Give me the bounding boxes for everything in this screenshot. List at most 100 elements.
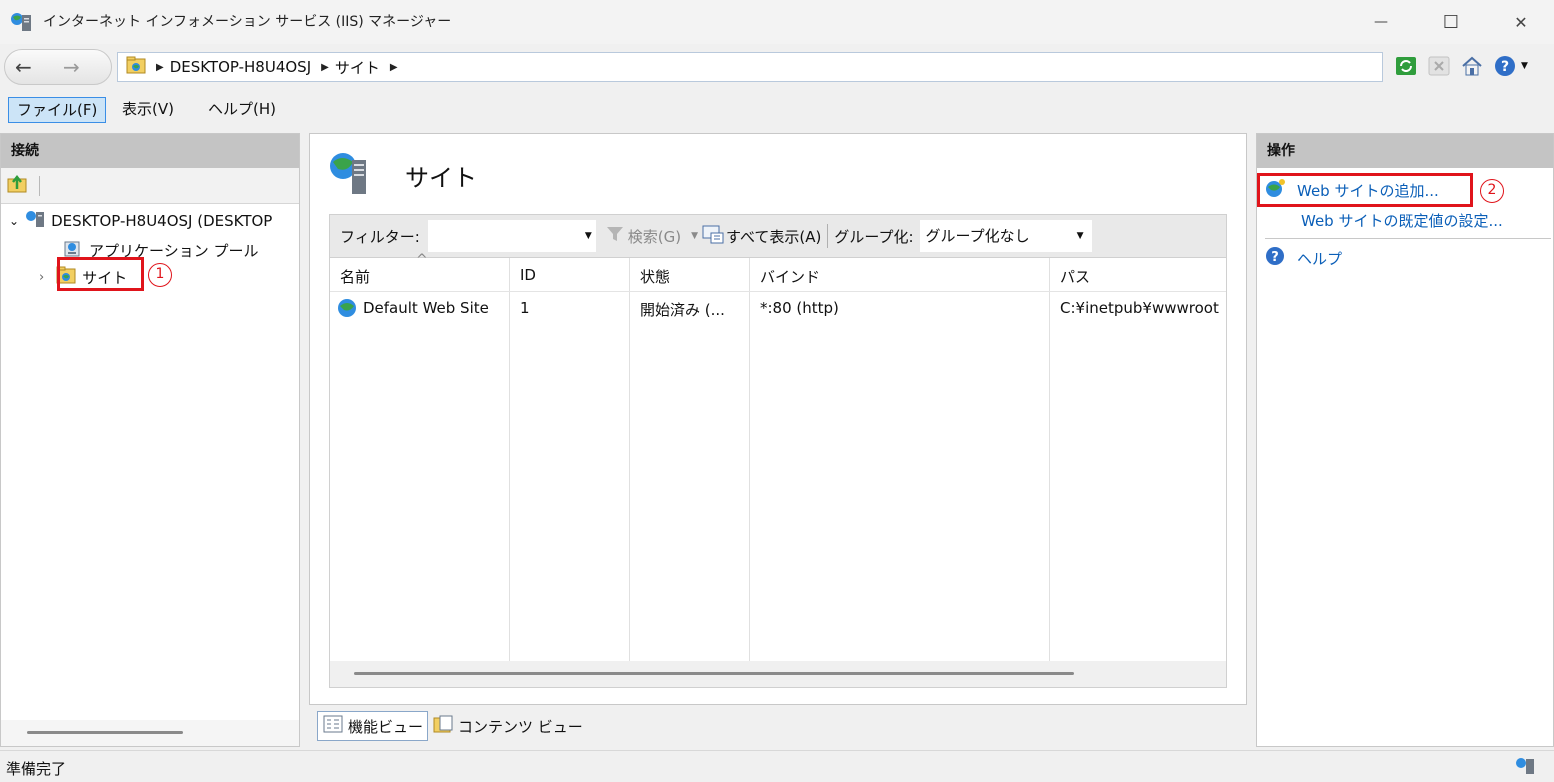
breadcrumb-server[interactable]: DESKTOP-H8U4OSJ <box>170 58 311 76</box>
server-status-icon <box>1515 757 1537 779</box>
breadcrumb-sites[interactable]: サイト <box>335 57 380 78</box>
close-icon: ✕ <box>1514 12 1528 32</box>
title-bar: インターネット インフォメーション サービス (IIS) マネージャー — ☐ … <box>0 0 1554 44</box>
help-action[interactable]: ? ヘルプ <box>1265 246 1342 270</box>
funnel-icon[interactable] <box>606 226 624 246</box>
filter-bar: フィルター: ▼ 検索(G) ▼ すべて表示(A) グループ化: グループ化なし… <box>329 214 1227 258</box>
forward-button[interactable]: → <box>63 55 80 79</box>
header-binding[interactable]: バインド <box>760 266 820 287</box>
maximize-icon: ☐ <box>1442 11 1460 33</box>
set-defaults-link[interactable]: Web サイトの既定値の設定... <box>1301 210 1503 231</box>
back-button[interactable]: ← <box>15 55 32 79</box>
features-view-icon <box>322 714 344 738</box>
svg-text:?: ? <box>1271 250 1279 265</box>
set-defaults-action[interactable]: Web サイトの既定値の設定... <box>1301 210 1503 231</box>
sites-table: ^ 名前 ID 状態 バインド パス Default Web Site 1 開始… <box>329 252 1228 688</box>
column-path <box>1050 258 1228 662</box>
nav-buttons: ← → <box>4 49 112 85</box>
tab-content-view[interactable]: コンテンツ ビュー <box>428 711 587 741</box>
help-icon[interactable]: ? <box>1492 53 1518 79</box>
actions-divider <box>1265 238 1551 239</box>
home-icon[interactable] <box>1459 53 1485 79</box>
callout-1: 1 <box>148 263 172 287</box>
cell-name: Default Web Site <box>363 299 489 317</box>
tree-node-server[interactable]: ⌄ DESKTOP-H8U4OSJ (DESKTOP <box>9 210 272 232</box>
connections-scrollbar[interactable] <box>1 720 299 746</box>
actions-header: 操作 <box>1257 134 1553 168</box>
minimize-icon: — <box>1374 14 1388 30</box>
cell-path: C:¥inetpub¥wwwroot <box>1060 299 1219 317</box>
address-toolbar: ? ▼ <box>1393 53 1528 79</box>
actions-panel: 操作 Web サイトの追加... Web サイトの既定値の設定... ? ヘルプ <box>1256 133 1554 747</box>
cell-id: 1 <box>520 299 530 317</box>
scroll-thumb[interactable] <box>354 672 1074 675</box>
group-by-value: グループ化なし <box>925 227 1030 245</box>
header-status[interactable]: 状態 <box>640 266 670 287</box>
sites-panel: サイト フィルター: ▼ 検索(G) ▼ すべて表示(A) グループ化: グルー… <box>309 133 1247 705</box>
header-name[interactable]: 名前 <box>340 266 370 287</box>
tab-content-label: コンテンツ ビュー <box>458 717 583 736</box>
minimize-button[interactable]: — <box>1346 0 1416 44</box>
menu-bar: ファイル(F) 表示(V) ヘルプ(H) <box>0 92 1554 128</box>
svg-text:?: ? <box>1501 59 1509 75</box>
menu-file[interactable]: ファイル(F) <box>8 97 107 123</box>
status-bar: 準備完了 <box>0 750 1554 782</box>
help-icon: ? <box>1265 246 1285 270</box>
table-scrollbar[interactable] <box>330 661 1226 687</box>
chevron-down-icon[interactable]: ▼ <box>585 231 592 241</box>
column-name <box>330 258 510 662</box>
group-by-select[interactable]: グループ化なし ▼ <box>919 220 1092 252</box>
view-tabs: 機能ビュー コンテンツ ビュー <box>317 711 587 741</box>
iis-app-icon <box>10 12 34 36</box>
maximize-button[interactable]: ☐ <box>1416 0 1486 44</box>
window-title: インターネット インフォメーション サービス (IIS) マネージャー <box>43 14 452 30</box>
search-button[interactable]: 検索(G) <box>628 226 681 247</box>
breadcrumb-separator-icon[interactable]: ▶ <box>156 62 164 73</box>
menu-help[interactable]: ヘルプ(H) <box>200 97 284 123</box>
connections-header: 接続 <box>1 134 299 168</box>
address-field[interactable]: ▶ DESKTOP-H8U4OSJ ▶ サイト ▶ <box>117 52 1383 82</box>
sort-ascending-icon: ^ <box>416 252 428 268</box>
connections-panel: 接続 ⌄ DESKTOP-H8U4OSJ (DESKTOP アプリケーション プ… <box>0 133 300 747</box>
address-bar: ← → ▶ DESKTOP-H8U4OSJ ▶ サイト ▶ ? ▼ <box>0 44 1554 92</box>
tab-features-view[interactable]: 機能ビュー <box>317 711 429 741</box>
sites-globe-icon <box>328 150 372 200</box>
globe-icon <box>337 298 357 322</box>
header-divider <box>330 291 1226 292</box>
server-icon <box>25 210 47 232</box>
scroll-thumb[interactable] <box>27 731 183 734</box>
highlight-sites <box>57 257 144 291</box>
filter-input[interactable]: ▼ <box>427 220 596 252</box>
chevron-down-icon[interactable]: ⌄ <box>9 214 19 228</box>
highlight-add-website <box>1257 173 1473 207</box>
chevron-down-icon[interactable]: ▼ <box>1077 220 1084 252</box>
content-view-icon <box>432 714 454 738</box>
chevron-right-icon[interactable]: › <box>39 270 44 285</box>
stop-icon[interactable] <box>1426 53 1452 79</box>
show-all-icon[interactable] <box>702 224 724 248</box>
page-title: サイト <box>405 164 477 192</box>
tab-features-label: 機能ビュー <box>348 717 424 736</box>
status-text: 準備完了 <box>6 760 67 778</box>
filter-divider <box>827 224 829 248</box>
menu-view[interactable]: 表示(V) <box>114 97 182 123</box>
close-button[interactable]: ✕ <box>1486 0 1554 44</box>
connections-toolbar <box>1 168 299 204</box>
breadcrumb-separator-icon[interactable]: ▶ <box>321 62 329 73</box>
breadcrumb-separator-icon[interactable]: ▶ <box>390 62 398 73</box>
column-id <box>510 258 630 662</box>
help-link[interactable]: ヘルプ <box>1297 248 1342 269</box>
group-by-label: グループ化: <box>834 227 914 246</box>
filter-label: フィルター: <box>340 227 420 246</box>
header-path[interactable]: パス <box>1060 266 1090 287</box>
header-id[interactable]: ID <box>520 266 536 284</box>
chevron-down-icon[interactable]: ▼ <box>691 231 698 241</box>
column-binding <box>750 258 1050 662</box>
callout-2: 2 <box>1480 179 1504 203</box>
refresh-icon[interactable] <box>1393 53 1419 79</box>
chevron-down-icon[interactable]: ▼ <box>1521 61 1528 71</box>
up-folder-icon[interactable] <box>7 174 29 198</box>
toolbar-divider <box>39 175 40 196</box>
show-all-button[interactable]: すべて表示(A) <box>726 226 821 247</box>
cell-status: 開始済み (... <box>640 301 725 319</box>
